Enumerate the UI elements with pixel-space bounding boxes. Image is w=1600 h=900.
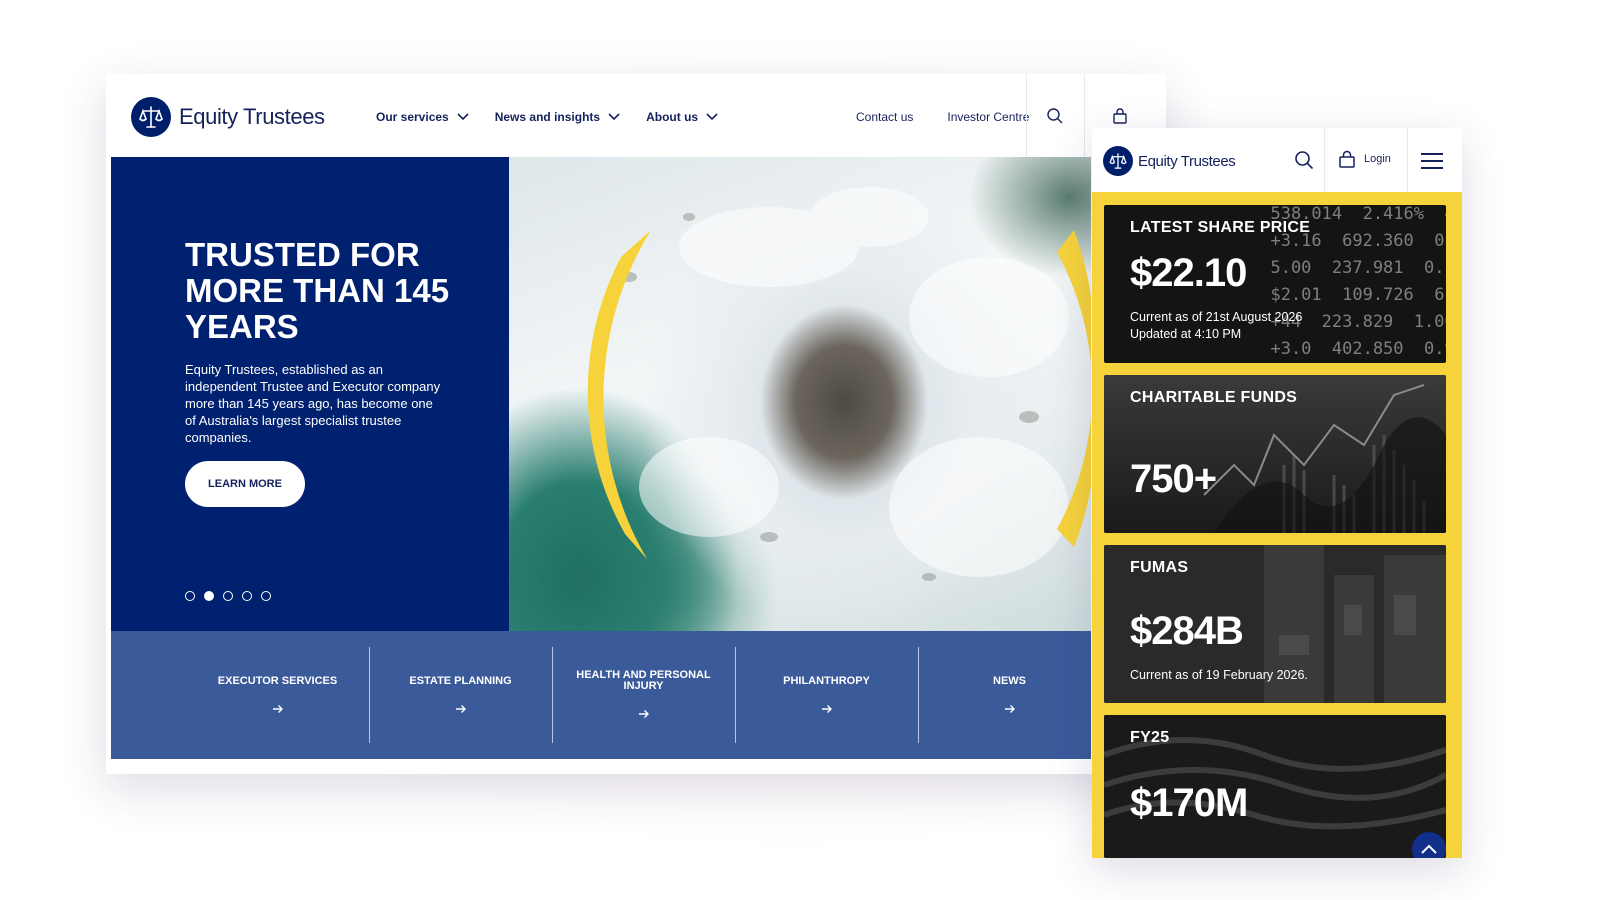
stat-card-share-price: 538.014 2.416% 4 +3.16 692.360 0.657% 4 … xyxy=(1104,205,1446,363)
stat-value: $22.10 xyxy=(1130,251,1247,295)
nav-divider xyxy=(1407,128,1408,192)
bag-icon xyxy=(1339,150,1355,168)
hero-image xyxy=(509,157,1091,631)
carousel-dot[interactable] xyxy=(223,591,233,601)
stats-panel: 538.014 2.416% 4 +3.16 692.360 0.657% 4 … xyxy=(1092,192,1462,858)
stat-note: Current as of 19 February 2026. xyxy=(1130,668,1308,682)
arrow-right-icon xyxy=(638,710,649,718)
service-label: EXECUTOR SERVICES xyxy=(217,674,338,687)
bag-icon[interactable] xyxy=(1111,107,1129,125)
service-philanthropy[interactable]: PHILANTHROPY xyxy=(735,647,918,743)
mobile-navbar: Equity Trustees Login xyxy=(1092,128,1462,192)
service-health-personal-injury[interactable]: HEALTH AND PERSONAL INJURY xyxy=(552,647,735,743)
chevron-up-icon xyxy=(1421,844,1437,854)
menu-label: About us xyxy=(646,110,699,124)
carousel-dot[interactable] xyxy=(242,591,252,601)
service-label: PHILANTHROPY xyxy=(783,674,870,687)
service-label: ESTATE PLANNING xyxy=(409,674,512,687)
stat-label: CHARITABLE FUNDS xyxy=(1130,389,1298,406)
search-icon[interactable] xyxy=(1294,150,1314,170)
stat-card-charitable-funds: CHARITABLE FUNDS 750+ xyxy=(1104,375,1446,533)
brand-name: Equity Trustees xyxy=(1138,152,1236,170)
desktop-navbar: Equity Trustees Our services News and in… xyxy=(106,74,1166,157)
stat-label: FY25 xyxy=(1130,729,1170,746)
investor-centre-link[interactable]: Investor Centre xyxy=(947,110,1029,124)
stat-label: FUMAS xyxy=(1130,559,1189,576)
stat-card-fumas: FUMAS $284B Current as of 19 February 20… xyxy=(1104,545,1446,703)
menu-about-us[interactable]: About us xyxy=(646,110,718,124)
carousel-dot[interactable] xyxy=(204,591,214,601)
nav-divider xyxy=(1084,74,1085,157)
stat-card-fy25: FY25 $170M xyxy=(1104,715,1446,858)
hero-panel: TRUSTED FOR MORE THAN 145 YEARS Equity T… xyxy=(111,157,509,631)
hero-image-graphic xyxy=(587,187,1091,581)
service-label: NEWS xyxy=(993,674,1026,687)
arrow-right-icon xyxy=(272,704,283,713)
hero-section: TRUSTED FOR MORE THAN 145 YEARS Equity T… xyxy=(106,157,1166,631)
login-button[interactable]: Login xyxy=(1338,150,1391,168)
stat-label: LATEST SHARE PRICE xyxy=(1130,219,1311,236)
menu-news-and-insights[interactable]: News and insights xyxy=(495,110,620,124)
menu-label: Our services xyxy=(376,110,449,124)
nav-divider xyxy=(1324,128,1325,192)
stat-note: Current as of 21st August 2026 xyxy=(1130,310,1303,324)
mobile-mockup: Equity Trustees Login 538.014 2.416% 4 +… xyxy=(1092,128,1462,858)
service-estate-planning[interactable]: ESTATE PLANNING xyxy=(369,647,552,743)
utility-links: Contact us Investor Centre xyxy=(856,110,1029,124)
desktop-mockup: Equity Trustees Our services News and in… xyxy=(106,74,1166,774)
brand-logo[interactable]: Equity Trustees xyxy=(1103,146,1236,176)
carousel-dots xyxy=(185,591,271,601)
service-label: HEALTH AND PERSONAL INJURY xyxy=(576,669,711,692)
arrow-right-icon xyxy=(455,704,466,713)
yellow-arc-left xyxy=(587,230,651,559)
scroll-to-top-button[interactable] xyxy=(1412,832,1446,858)
stat-value: 750+ xyxy=(1130,457,1217,501)
login-label: Login xyxy=(1364,153,1391,165)
contact-us-link[interactable]: Contact us xyxy=(856,110,913,124)
carousel-dot[interactable] xyxy=(185,591,195,601)
hero-text: Equity Trustees, established as an indep… xyxy=(185,362,441,445)
stat-value: $284B xyxy=(1130,609,1244,653)
arrow-right-icon xyxy=(821,704,832,713)
chevron-down-icon xyxy=(608,113,620,121)
logo-scales-icon xyxy=(1103,146,1133,176)
brand-logo[interactable]: Equity Trustees xyxy=(131,97,325,137)
stat-value: $170M xyxy=(1130,781,1248,825)
logo-scales-icon xyxy=(131,97,171,137)
hamburger-icon[interactable] xyxy=(1420,152,1444,170)
carousel-dot[interactable] xyxy=(261,591,271,601)
nav-divider xyxy=(1026,74,1027,157)
search-icon[interactable] xyxy=(1046,107,1064,125)
menu-label: News and insights xyxy=(494,110,601,124)
chevron-down-icon xyxy=(457,113,469,121)
menu-our-services[interactable]: Our services xyxy=(376,110,469,124)
brand-name: Equity Trustees xyxy=(179,104,325,129)
stat-note: Updated at 4:10 PM xyxy=(1130,327,1242,341)
main-menu: Our services News and insights About us xyxy=(376,110,718,124)
services-bar: EXECUTOR SERVICES ESTATE PLANNING HEALTH… xyxy=(111,631,1091,759)
learn-more-button[interactable]: LEARN MORE xyxy=(185,461,305,507)
service-executor-services[interactable]: EXECUTOR SERVICES xyxy=(186,647,369,743)
chevron-down-icon xyxy=(706,113,718,121)
hero-title: TRUSTED FOR MORE THAN 145 YEARS xyxy=(185,236,450,345)
service-news[interactable]: NEWS xyxy=(918,647,1101,743)
arrow-right-icon xyxy=(1004,704,1015,713)
